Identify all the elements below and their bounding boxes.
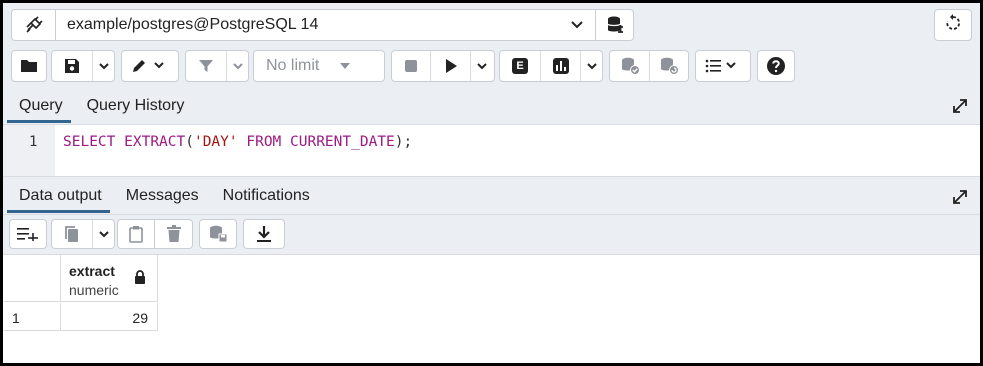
limit-value: No limit <box>266 57 320 74</box>
execute-button[interactable] <box>430 51 470 81</box>
chevron-down-icon <box>586 63 597 70</box>
table-cell[interactable]: 29 <box>61 303 158 331</box>
execute-options-dropdown[interactable] <box>470 51 492 81</box>
kw-extract: EXTRACT <box>124 134 186 150</box>
macros-icon <box>696 51 750 81</box>
tab-messages[interactable]: Messages <box>114 179 211 213</box>
stop-button[interactable] <box>392 51 430 81</box>
paste-icon <box>129 226 143 243</box>
line-gutter: 1 <box>3 125 55 176</box>
data-grid: extract numeric 1 29 <box>3 254 980 363</box>
query-tabs: Query Query History <box>3 89 980 123</box>
help-button[interactable] <box>757 50 795 82</box>
paren-open: ( <box>185 134 194 150</box>
connection-bar: example/postgres@PostgreSQL 14 <box>3 3 980 43</box>
transaction-group <box>609 50 689 82</box>
explain-analyze-button[interactable] <box>540 51 580 81</box>
execute-icon <box>445 59 457 73</box>
explain-icon: E <box>512 58 528 74</box>
line-number: 1 <box>29 134 38 150</box>
reset-layout-button[interactable] <box>934 9 972 41</box>
save-options-dropdown[interactable] <box>92 51 114 81</box>
edit-menu-button[interactable] <box>121 50 179 82</box>
string-day: 'DAY' <box>193 134 238 150</box>
filter-icon <box>199 60 213 72</box>
edit-pen-icon <box>122 51 178 81</box>
plug-icon[interactable] <box>12 10 56 40</box>
tab-query[interactable]: Query <box>3 89 75 123</box>
save-icon <box>65 59 79 73</box>
expand-icon[interactable] <box>952 98 968 119</box>
execute-group <box>391 50 495 82</box>
add-row-icon <box>10 220 46 248</box>
chevron-down-icon <box>232 63 243 70</box>
download-button[interactable] <box>243 219 285 249</box>
column-header[interactable]: extract numeric <box>61 255 158 302</box>
connection-title: example/postgres@PostgreSQL 14 <box>67 16 319 33</box>
copy-group <box>51 219 115 249</box>
filter-group <box>185 50 249 82</box>
chevron-down-icon[interactable] <box>559 10 595 40</box>
kw-select: SELECT <box>63 134 116 150</box>
copy-icon <box>65 226 78 242</box>
sql-code-line[interactable]: SELECT EXTRACT('DAY' FROM CURRENT_DATE); <box>63 134 412 150</box>
copy-button[interactable] <box>52 220 92 248</box>
stop-icon <box>405 60 417 72</box>
explain-analyze-icon <box>552 58 569 74</box>
connection-selector[interactable]: example/postgres@PostgreSQL 14 <box>11 9 634 41</box>
paste-button[interactable] <box>117 219 155 249</box>
chevron-down-icon <box>476 63 487 70</box>
sql-editor[interactable]: 1 SELECT EXTRACT('DAY' FROM CURRENT_DATE… <box>3 124 980 177</box>
output-toolbar <box>3 214 980 254</box>
chevron-down-icon <box>98 63 109 70</box>
tab-notifications[interactable]: Notifications <box>211 179 322 213</box>
expand-icon[interactable] <box>952 189 968 210</box>
query-tool-window: example/postgres@PostgreSQL 14 No limit … <box>3 3 980 363</box>
rollback-icon <box>661 57 679 75</box>
database-save-icon <box>200 220 236 248</box>
commit-button[interactable] <box>610 51 649 81</box>
save-data-button[interactable] <box>199 219 237 249</box>
add-row-button[interactable] <box>9 219 47 249</box>
tab-query-history[interactable]: Query History <box>75 89 197 123</box>
database-icon[interactable] <box>595 10 633 40</box>
filter-options-dropdown[interactable] <box>226 51 248 81</box>
column-name: extract <box>69 263 115 279</box>
limit-select[interactable]: No limit <box>253 50 385 82</box>
row-number[interactable]: 1 <box>3 303 61 331</box>
lock-icon <box>134 270 146 290</box>
explain-options-dropdown[interactable] <box>580 51 602 81</box>
caret-down-icon <box>340 63 351 69</box>
delete-button[interactable] <box>155 219 193 249</box>
explain-button[interactable]: E <box>500 51 540 81</box>
save-group <box>51 50 115 82</box>
kw-current-date: CURRENT_DATE <box>290 134 395 150</box>
grid-corner[interactable] <box>3 255 61 302</box>
trash-icon <box>166 225 181 242</box>
copy-options-dropdown[interactable] <box>92 220 114 248</box>
column-type: numeric <box>69 282 119 298</box>
explain-group: E <box>499 50 603 82</box>
macros-button[interactable] <box>695 50 751 82</box>
help-icon <box>758 51 794 81</box>
tab-data-output[interactable]: Data output <box>3 179 114 213</box>
save-button[interactable] <box>52 51 92 81</box>
paren-close: ); <box>394 134 413 150</box>
kw-from: FROM <box>246 134 282 150</box>
chevron-down-icon <box>98 231 109 238</box>
rollback-button[interactable] <box>649 51 688 81</box>
query-toolbar: No limit E <box>3 47 980 87</box>
commit-icon <box>621 57 640 75</box>
folder-icon <box>12 51 46 81</box>
download-icon <box>244 220 284 248</box>
reset-layout-icon <box>944 13 962 37</box>
output-tabs: Data output Messages Notifications <box>3 178 980 214</box>
clipboard-group <box>117 219 193 249</box>
filter-button[interactable] <box>186 51 226 81</box>
open-file-button[interactable] <box>11 50 47 82</box>
limit-select-label: No limit <box>254 51 362 81</box>
